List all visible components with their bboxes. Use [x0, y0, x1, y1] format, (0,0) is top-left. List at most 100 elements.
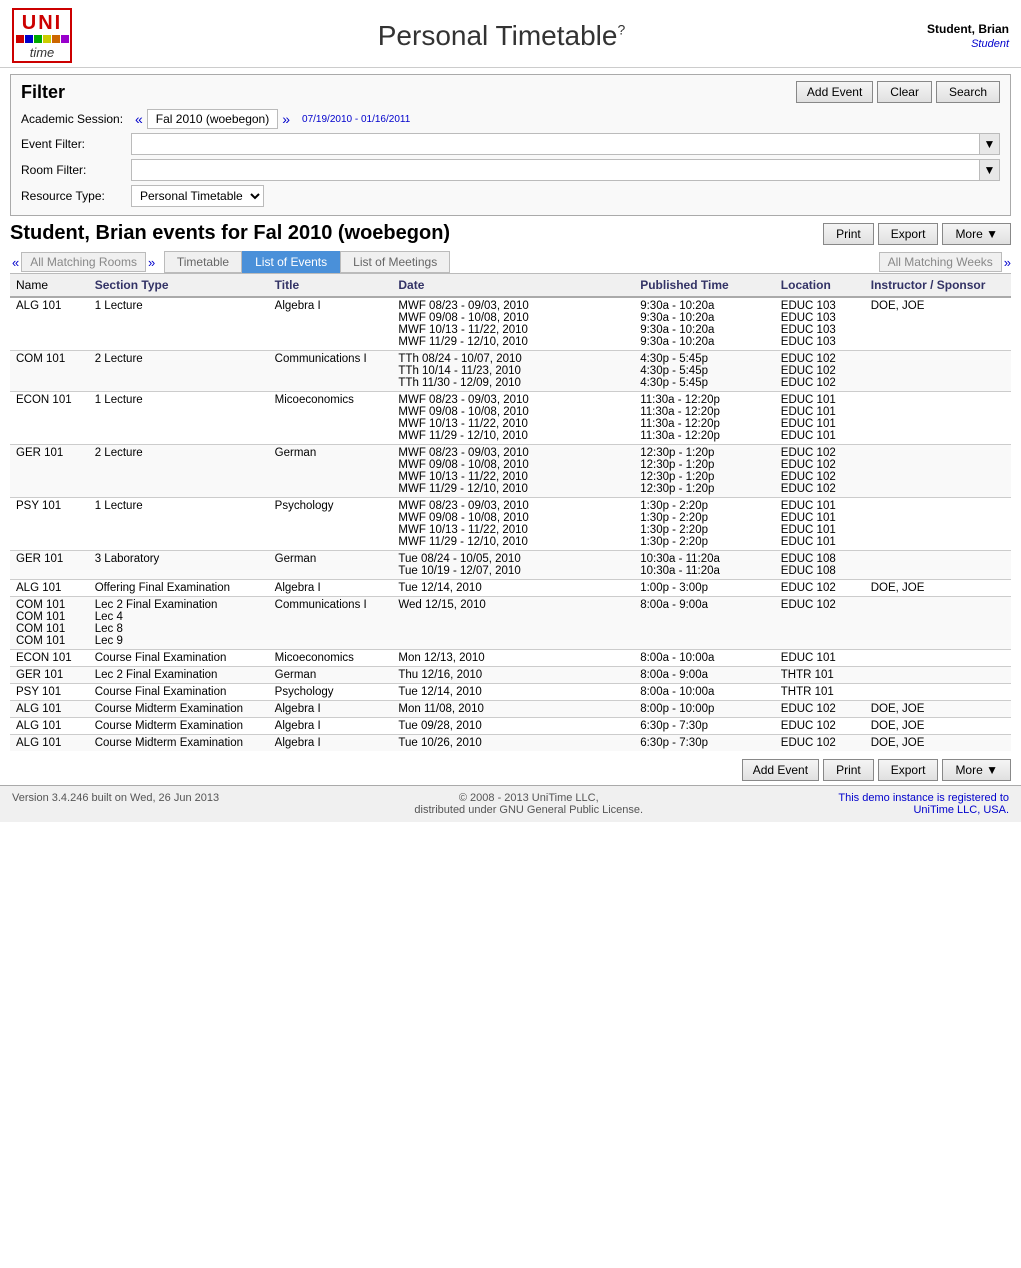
- session-value[interactable]: Fal 2010 (woebegon): [147, 109, 278, 129]
- filter-buttons: Add Event Clear Search: [796, 81, 1000, 103]
- print-button-bottom[interactable]: Print: [823, 759, 874, 781]
- cell-section: Course Midterm Examination: [89, 735, 269, 752]
- event-filter-input[interactable]: [131, 133, 980, 155]
- tab-weeks[interactable]: All Matching Weeks: [879, 252, 1002, 272]
- tab-timetable[interactable]: Timetable: [164, 251, 242, 273]
- cell-date: MWF 08/23 - 09/03, 2010MWF 09/08 - 10/08…: [392, 297, 634, 351]
- cell-title: Algebra I: [269, 701, 393, 718]
- cell-instructor: DOE, JOE: [865, 701, 1011, 718]
- cell-instructor: DOE, JOE: [865, 297, 1011, 351]
- cell-instructor: DOE, JOE: [865, 718, 1011, 735]
- room-filter-arrow[interactable]: ▼: [980, 159, 1000, 181]
- cell-section: 1 Lecture: [89, 498, 269, 551]
- cell-section: Lec 2 Final ExaminationLec 4Lec 8Lec 9: [89, 597, 269, 650]
- search-button[interactable]: Search: [936, 81, 1000, 103]
- cell-instructor: [865, 684, 1011, 701]
- cell-time: 8:00a - 10:00a: [634, 684, 775, 701]
- cell-time: 10:30a - 11:20a10:30a - 11:20a: [634, 551, 775, 580]
- cell-name: GER 101: [10, 667, 89, 684]
- footer: Version 3.4.246 built on Wed, 26 Jun 201…: [0, 785, 1021, 822]
- cell-name: PSY 101: [10, 498, 89, 551]
- cell-title: Algebra I: [269, 580, 393, 597]
- cell-date: MWF 08/23 - 09/03, 2010MWF 09/08 - 10/08…: [392, 445, 634, 498]
- cell-name: GER 101: [10, 445, 89, 498]
- cell-title: German: [269, 551, 393, 580]
- cell-instructor: [865, 551, 1011, 580]
- table-row: ECON 1011 LectureMicoeconomicsMWF 08/23 …: [10, 392, 1011, 445]
- results-buttons: Print Export More ▼: [823, 223, 1011, 245]
- cell-name: COM 101: [10, 351, 89, 392]
- col-header-section: Section Type: [89, 274, 269, 297]
- event-filter-arrow[interactable]: ▼: [980, 133, 1000, 155]
- room-filter-label: Room Filter:: [21, 163, 131, 177]
- table-row: COM 101COM 101COM 101COM 101Lec 2 Final …: [10, 597, 1011, 650]
- cell-location: EDUC 108EDUC 108: [775, 551, 865, 580]
- cell-section: 1 Lecture: [89, 392, 269, 445]
- table-row: ALG 1011 LectureAlgebra IMWF 08/23 - 09/…: [10, 297, 1011, 351]
- cell-date: Mon 11/08, 2010: [392, 701, 634, 718]
- add-event-button[interactable]: Add Event: [796, 81, 873, 103]
- results-section: Student, Brian events for Fal 2010 (woeb…: [10, 222, 1011, 751]
- cell-location: EDUC 102EDUC 102EDUC 102EDUC 102: [775, 445, 865, 498]
- export-button-top[interactable]: Export: [878, 223, 939, 245]
- cell-date: Tue 08/24 - 10/05, 2010Tue 10/19 - 12/07…: [392, 551, 634, 580]
- rooms-next-nav[interactable]: »: [148, 255, 155, 270]
- resource-type-select[interactable]: Personal Timetable: [131, 185, 264, 207]
- clear-button[interactable]: Clear: [877, 81, 932, 103]
- filter-section: Filter Add Event Clear Search Academic S…: [10, 74, 1011, 216]
- results-title: Student, Brian events for Fal 2010 (woeb…: [10, 222, 450, 245]
- table-row: ALG 101Offering Final ExaminationAlgebra…: [10, 580, 1011, 597]
- more-button-top[interactable]: More ▼: [942, 223, 1011, 245]
- cell-location: EDUC 102EDUC 102EDUC 102: [775, 351, 865, 392]
- cell-name: ALG 101: [10, 735, 89, 752]
- table-row: PSY 1011 LecturePsychologyMWF 08/23 - 09…: [10, 498, 1011, 551]
- user-role: Student: [971, 38, 1009, 50]
- session-prev-nav[interactable]: «: [135, 111, 143, 127]
- cell-date: Mon 12/13, 2010: [392, 650, 634, 667]
- session-next-nav[interactable]: »: [282, 111, 290, 127]
- cell-section: Offering Final Examination: [89, 580, 269, 597]
- cell-location: THTR 101: [775, 667, 865, 684]
- rooms-prev-nav[interactable]: «: [12, 255, 19, 270]
- cell-instructor: [865, 498, 1011, 551]
- room-filter-input[interactable]: [131, 159, 980, 181]
- event-filter-row: Event Filter: ▼: [21, 133, 1000, 155]
- print-button-top[interactable]: Print: [823, 223, 874, 245]
- header: UNI time Personal Timetable? Student, Br…: [0, 0, 1021, 68]
- table-header-row: Name Section Type Title Date Published T…: [10, 274, 1011, 297]
- cell-name: ALG 101: [10, 580, 89, 597]
- cell-instructor: [865, 351, 1011, 392]
- cell-date: Tue 12/14, 2010: [392, 684, 634, 701]
- cell-section: Course Midterm Examination: [89, 718, 269, 735]
- table-row: COM 1012 LectureCommunications ITTh 08/2…: [10, 351, 1011, 392]
- cell-name: ALG 101: [10, 297, 89, 351]
- cell-location: EDUC 102: [775, 718, 865, 735]
- resource-type-label: Resource Type:: [21, 189, 131, 203]
- cell-time: 4:30p - 5:45p4:30p - 5:45p4:30p - 5:45p: [634, 351, 775, 392]
- cell-location: THTR 101: [775, 684, 865, 701]
- events-table: Name Section Type Title Date Published T…: [10, 274, 1011, 751]
- results-header: Student, Brian events for Fal 2010 (woeb…: [10, 222, 1011, 245]
- cell-time: 8:00a - 9:00a: [634, 597, 775, 650]
- tab-events[interactable]: List of Events: [242, 251, 340, 273]
- table-row: PSY 101Course Final ExaminationPsycholog…: [10, 684, 1011, 701]
- tile-orange: [52, 35, 60, 43]
- cell-section: Lec 2 Final Examination: [89, 667, 269, 684]
- cell-time: 1:30p - 2:20p1:30p - 2:20p1:30p - 2:20p1…: [634, 498, 775, 551]
- cell-section: Course Final Examination: [89, 684, 269, 701]
- event-filter-label: Event Filter:: [21, 137, 131, 151]
- more-button-bottom[interactable]: More ▼: [942, 759, 1011, 781]
- logo-time-text: time: [30, 45, 55, 60]
- cell-name: COM 101COM 101COM 101COM 101: [10, 597, 89, 650]
- add-event-button-bottom[interactable]: Add Event: [742, 759, 819, 781]
- cell-instructor: [865, 650, 1011, 667]
- cell-title: Communications I: [269, 597, 393, 650]
- room-filter-row: Room Filter: ▼: [21, 159, 1000, 181]
- tab-meetings[interactable]: List of Meetings: [340, 251, 450, 273]
- resource-type-row: Resource Type: Personal Timetable: [21, 185, 1000, 207]
- export-button-bottom[interactable]: Export: [878, 759, 939, 781]
- weeks-next-nav[interactable]: »: [1004, 255, 1011, 270]
- cell-title: Psychology: [269, 498, 393, 551]
- cell-date: Tue 10/26, 2010: [392, 735, 634, 752]
- tab-rooms[interactable]: All Matching Rooms: [21, 252, 146, 272]
